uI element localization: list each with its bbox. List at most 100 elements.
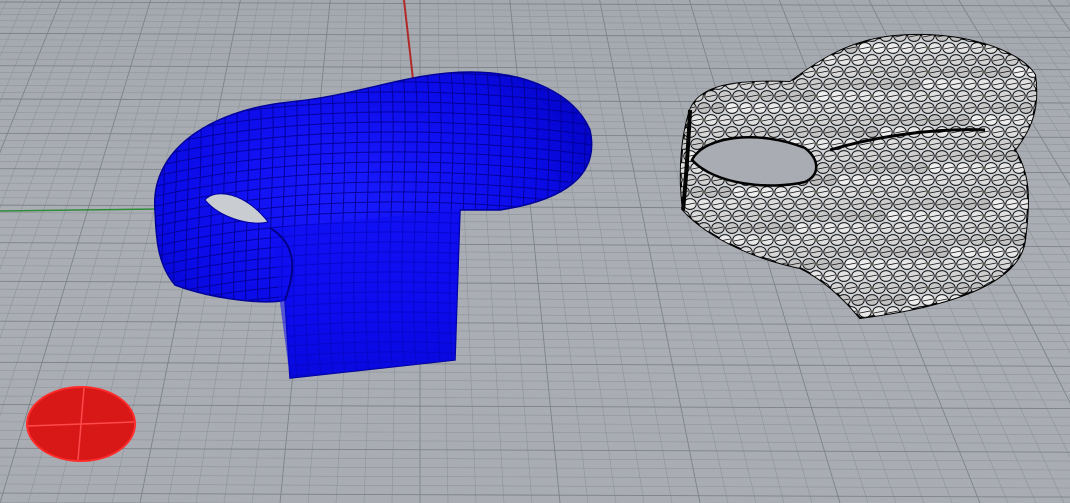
panel-seam	[915, 310, 927, 314]
circle-panel	[851, 34, 865, 42]
panel-seam	[1006, 274, 1018, 278]
circle-panel	[680, 234, 690, 246]
circle-panel	[1033, 246, 1037, 258]
panel-seam	[803, 310, 815, 314]
panel-seam	[680, 262, 689, 266]
circle-panel	[732, 258, 746, 270]
circle-panel	[977, 34, 991, 42]
circle-panel	[1033, 198, 1037, 210]
circle-panel	[928, 306, 942, 318]
panel-seam	[1034, 58, 1037, 62]
panel-seam	[775, 310, 787, 314]
panel-seam	[1027, 262, 1037, 266]
panel-seam	[691, 70, 703, 74]
circle-panel	[680, 54, 683, 66]
circle-panel	[1012, 306, 1026, 318]
circle-panel	[718, 258, 732, 270]
panel-seam	[691, 310, 703, 314]
grid-line	[0, 456, 1070, 462]
circle-panel	[936, 319, 948, 330]
circle-panel	[823, 34, 837, 42]
panel-seam	[1020, 274, 1032, 278]
circle-panel	[697, 246, 711, 258]
grid-line	[0, 361, 1070, 367]
circle-panel	[760, 42, 774, 54]
circle-panel	[680, 294, 683, 306]
circle-panel	[690, 258, 704, 270]
panel-seam	[1034, 226, 1037, 230]
panel-seam	[1027, 310, 1037, 314]
panel-seam	[775, 70, 787, 74]
panel-seam	[733, 262, 745, 266]
panel-seam	[733, 70, 745, 74]
circle-panel	[1026, 162, 1037, 174]
panel-seam	[680, 130, 682, 134]
world-y-axis	[0, 208, 161, 212]
red-circle-disc[interactable]	[26, 386, 136, 462]
panel-seam	[1027, 238, 1037, 242]
panel-seam	[761, 286, 773, 290]
panel-seam	[680, 286, 689, 290]
isocurve	[581, 72, 587, 378]
panel-seam	[680, 238, 689, 242]
circle-panel	[978, 319, 990, 330]
panel-seam	[761, 310, 773, 314]
viewport-scene[interactable]	[0, 0, 1070, 503]
panel-seam	[705, 286, 717, 290]
panel-seam	[999, 286, 1011, 290]
circle-panel	[1033, 270, 1037, 282]
circle-panel	[1026, 42, 1037, 54]
panel-seam	[831, 310, 843, 314]
grid-line	[0, 312, 1070, 318]
circle-panel	[767, 54, 781, 66]
panel-seam	[929, 310, 941, 314]
circle-panel	[1033, 150, 1037, 162]
grid-line	[0, 387, 1070, 392]
panel-seam	[761, 70, 773, 74]
circle-panel	[781, 270, 795, 282]
panel-seam	[680, 298, 682, 302]
grid-line	[0, 345, 1070, 350]
panel-seam	[719, 310, 731, 314]
circle-panel	[837, 34, 851, 42]
circle-panel	[991, 34, 1005, 42]
panel-seam	[698, 82, 710, 86]
circle-paneled-surface[interactable]	[670, 31, 1046, 330]
circle-panel	[753, 54, 767, 66]
grid-line	[0, 20, 1070, 26]
perspective-viewport[interactable]	[0, 0, 1070, 503]
circle-panel	[1005, 270, 1019, 282]
panel-seam	[817, 310, 829, 314]
circle-panel	[1019, 34, 1033, 42]
panel-seam	[684, 58, 696, 62]
panel-seam	[705, 238, 717, 242]
circle-panel	[1026, 210, 1037, 222]
panel-seam	[747, 310, 759, 314]
panel-seam	[789, 286, 801, 290]
blue-freeform-surface[interactable]	[140, 60, 622, 400]
panel-seam	[761, 262, 773, 266]
panel-seam	[817, 46, 829, 50]
panel-seam	[1013, 310, 1025, 314]
panel-seam	[747, 286, 759, 290]
panel-seam	[691, 262, 703, 266]
panel-seam	[726, 58, 738, 62]
panel-seam	[803, 286, 815, 290]
panel-seam	[803, 46, 815, 50]
panel-seam	[680, 226, 682, 230]
panel-seam	[775, 46, 787, 50]
circle-panel	[998, 42, 1012, 54]
grid-line	[0, 378, 1070, 384]
panel-seam	[789, 70, 801, 74]
panel-seam	[1027, 46, 1037, 50]
circle-panel	[697, 78, 711, 90]
grid-line	[0, 353, 1070, 359]
grid-line	[0, 412, 1070, 418]
circle-panel	[992, 319, 1004, 330]
circle-panel	[746, 258, 760, 270]
circle-panel	[1033, 34, 1037, 42]
panel-seam	[684, 82, 696, 86]
circle-panel	[1005, 34, 1019, 42]
circle-panel	[781, 54, 795, 66]
panel-seam	[1034, 250, 1037, 254]
